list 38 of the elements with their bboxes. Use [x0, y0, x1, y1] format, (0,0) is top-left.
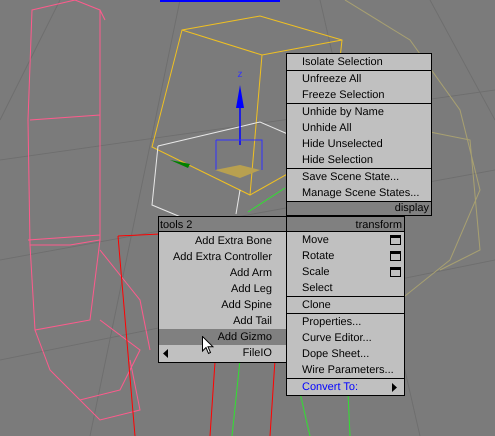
menu-item[interactable]: Scale — [287, 264, 404, 280]
option-box-icon[interactable] — [390, 235, 401, 245]
quad-title: display — [287, 201, 431, 215]
menu-item[interactable]: Rotate — [287, 248, 404, 264]
axis-label: z — [238, 69, 242, 80]
menu-item[interactable]: Dope Sheet... — [287, 346, 404, 362]
menu-item[interactable]: Clone — [287, 297, 404, 313]
menu-item[interactable]: Hide Unselected — [287, 136, 431, 152]
menu-item[interactable]: Move — [287, 232, 404, 248]
menu-item[interactable]: Add Arm — [159, 265, 286, 281]
menu-item[interactable]: Add Extra Bone — [159, 233, 286, 249]
menu-item[interactable]: Manage Scene States... — [287, 185, 431, 201]
menu-item[interactable]: Unhide All — [287, 120, 431, 136]
move-gizmo-icon — [170, 85, 262, 178]
menu-item[interactable]: Properties... — [287, 314, 404, 330]
option-box-icon[interactable] — [390, 267, 401, 277]
submenu-arrow-icon — [392, 382, 397, 392]
submenu-arrow-icon — [163, 348, 168, 358]
menu-item[interactable]: Add Extra Controller — [159, 249, 286, 265]
cursor-icon — [202, 336, 214, 355]
menu-item[interactable]: Add Spine — [159, 297, 286, 313]
menu-item[interactable]: Freeze Selection — [287, 87, 431, 103]
menu-item[interactable]: Add Tail — [159, 313, 286, 329]
menu-item[interactable]: Hide Selection — [287, 152, 431, 168]
menu-item[interactable]: Wire Parameters... — [287, 362, 404, 378]
option-box-icon[interactable] — [390, 251, 401, 261]
menu-item[interactable]: Curve Editor... — [287, 330, 404, 346]
menu-item[interactable]: Unhide by Name — [287, 104, 431, 120]
quad-title: transform — [287, 217, 404, 232]
menu-item[interactable]: Select — [287, 280, 404, 296]
menu-item[interactable]: Isolate Selection — [287, 54, 431, 70]
menu-item[interactable]: Save Scene State... — [287, 169, 431, 185]
menu-item[interactable]: Convert To: — [287, 379, 404, 395]
menu-item[interactable]: Add Gizmo — [159, 329, 286, 345]
menu-item[interactable]: Unfreeze All — [287, 71, 431, 87]
menu-item[interactable]: Add Leg — [159, 281, 286, 297]
menu-item[interactable]: FileIO — [159, 345, 286, 361]
quad-title: tools 2 — [159, 217, 286, 232]
